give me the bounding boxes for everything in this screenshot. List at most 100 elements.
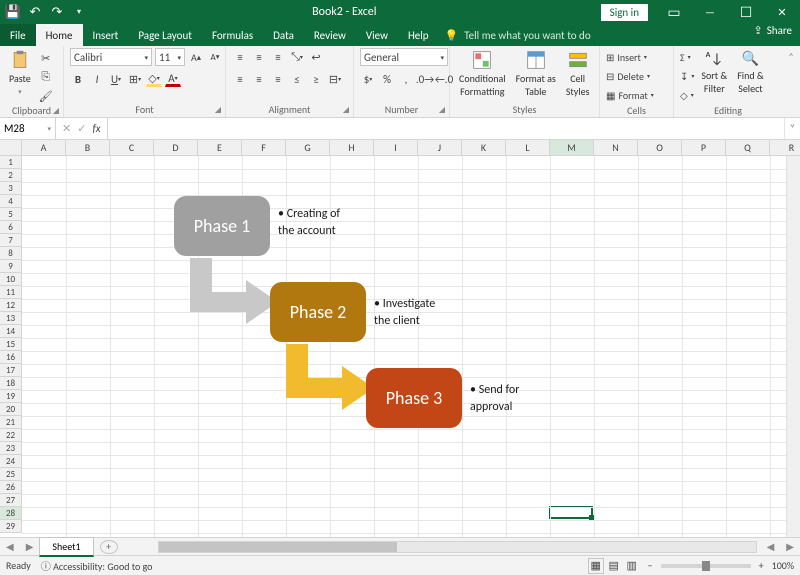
row-header[interactable]: 20 bbox=[0, 403, 22, 416]
font-name-select[interactable]: Calibri▾ bbox=[70, 48, 152, 66]
decrease-font-icon[interactable]: A▾ bbox=[207, 49, 223, 65]
italic-icon[interactable]: I bbox=[89, 71, 105, 87]
row-header[interactable]: 12 bbox=[0, 299, 22, 312]
tab-data[interactable]: Data bbox=[263, 24, 304, 46]
row-header[interactable]: 26 bbox=[0, 481, 22, 494]
font-dialog-icon[interactable]: ◢ bbox=[215, 105, 221, 115]
column-header[interactable]: H bbox=[330, 140, 374, 156]
row-header[interactable]: 5 bbox=[0, 208, 22, 221]
phase3-box[interactable]: Phase 3 bbox=[366, 368, 462, 428]
row-header[interactable]: 25 bbox=[0, 468, 22, 481]
column-header[interactable]: J bbox=[418, 140, 462, 156]
tab-view[interactable]: View bbox=[356, 24, 398, 46]
minimize-icon[interactable]: — bbox=[692, 0, 728, 24]
align-left-icon[interactable]: ≡ bbox=[232, 71, 248, 87]
column-header[interactable]: O bbox=[638, 140, 682, 156]
column-header[interactable]: R bbox=[770, 140, 800, 156]
column-header[interactable]: G bbox=[286, 140, 330, 156]
decrease-indent-icon[interactable]: ≤ bbox=[289, 71, 305, 87]
column-header[interactable]: N bbox=[594, 140, 638, 156]
fill-color-icon[interactable]: ◇▾ bbox=[146, 71, 162, 87]
tab-file[interactable]: File bbox=[0, 24, 36, 46]
increase-font-icon[interactable]: A▴ bbox=[188, 49, 204, 65]
row-header[interactable]: 27 bbox=[0, 494, 22, 507]
row-header[interactable]: 3 bbox=[0, 182, 22, 195]
format-cells-button[interactable]: ▦Format▾ bbox=[606, 86, 654, 104]
fx-icon[interactable]: fx bbox=[92, 122, 100, 135]
column-header[interactable]: I bbox=[374, 140, 418, 156]
tab-insert[interactable]: Insert bbox=[83, 24, 129, 46]
align-right-icon[interactable]: ≡ bbox=[270, 71, 286, 87]
accessibility-status[interactable]: ⓘ Accessibility: Good to go bbox=[41, 558, 153, 573]
sheet-nav-next-icon[interactable]: ▶ bbox=[20, 540, 40, 553]
sheet-tab-sheet1[interactable]: Sheet1 bbox=[39, 537, 93, 557]
bold-icon[interactable]: B bbox=[70, 71, 86, 87]
row-header[interactable]: 28 bbox=[0, 507, 22, 520]
row-header[interactable]: 16 bbox=[0, 351, 22, 364]
column-header[interactable]: D bbox=[154, 140, 198, 156]
wrap-text-icon[interactable]: ↩ bbox=[308, 49, 324, 65]
cut-icon[interactable]: ✂ bbox=[38, 50, 54, 66]
formula-input[interactable] bbox=[108, 118, 784, 139]
column-header[interactable]: A bbox=[22, 140, 66, 156]
delete-cells-button[interactable]: ⊟Delete▾ bbox=[606, 67, 650, 85]
name-box[interactable]: M28▾ bbox=[0, 118, 56, 139]
select-all-corner[interactable] bbox=[0, 140, 22, 156]
tab-help[interactable]: Help bbox=[398, 24, 439, 46]
column-header[interactable]: B bbox=[66, 140, 110, 156]
font-color-icon[interactable]: A▾ bbox=[165, 71, 181, 87]
increase-indent-icon[interactable]: ≥ bbox=[308, 71, 324, 87]
number-dialog-icon[interactable]: ◢ bbox=[439, 105, 445, 115]
orientation-icon[interactable]: ⤡▾ bbox=[289, 49, 305, 65]
row-header[interactable]: 7 bbox=[0, 234, 22, 247]
row-header[interactable]: 23 bbox=[0, 442, 22, 455]
autosum-button[interactable]: Σ▾ bbox=[680, 48, 694, 66]
row-header[interactable]: 22 bbox=[0, 429, 22, 442]
redo-icon[interactable]: ↷ bbox=[48, 3, 66, 21]
number-format-select[interactable]: General▾ bbox=[360, 48, 448, 66]
row-header[interactable]: 13 bbox=[0, 312, 22, 325]
row-header[interactable]: 21 bbox=[0, 416, 22, 429]
cancel-fx-icon[interactable]: ✕ bbox=[62, 122, 71, 135]
column-header[interactable]: F bbox=[242, 140, 286, 156]
worksheet-grid[interactable]: ABCDEFGHIJKLMNOPQR 123456789101112131415… bbox=[0, 140, 800, 537]
align-center-icon[interactable]: ≡ bbox=[251, 71, 267, 87]
percent-icon[interactable]: % bbox=[379, 71, 395, 87]
row-header[interactable]: 1 bbox=[0, 156, 22, 169]
row-header[interactable]: 4 bbox=[0, 195, 22, 208]
column-header[interactable]: Q bbox=[726, 140, 770, 156]
paste-button[interactable]: Paste ▾ bbox=[6, 48, 34, 98]
column-header[interactable]: P bbox=[682, 140, 726, 156]
scroll-right-icon[interactable]: ▶ bbox=[780, 540, 800, 553]
column-header[interactable]: C bbox=[110, 140, 154, 156]
collapse-ribbon-icon[interactable]: ˄ bbox=[782, 46, 800, 117]
accounting-icon[interactable]: $▾ bbox=[360, 71, 376, 87]
tab-page-layout[interactable]: Page Layout bbox=[128, 24, 202, 46]
vertical-scrollbar[interactable] bbox=[786, 140, 800, 537]
cell-styles-button[interactable]: Cell Styles bbox=[563, 48, 593, 100]
align-middle-icon[interactable]: ≡ bbox=[251, 49, 267, 65]
format-as-table-button[interactable]: Format as Table bbox=[513, 48, 559, 100]
row-header[interactable]: 15 bbox=[0, 338, 22, 351]
expand-formula-bar-icon[interactable]: ˅ bbox=[784, 118, 800, 139]
align-top-icon[interactable]: ≡ bbox=[232, 49, 248, 65]
new-sheet-button[interactable]: + bbox=[100, 540, 118, 554]
sheet-nav-prev-icon[interactable]: ◀ bbox=[0, 540, 20, 553]
share-button[interactable]: ⇪ Share bbox=[754, 24, 792, 37]
insert-cells-button[interactable]: ⊞Insert▾ bbox=[606, 48, 647, 66]
phase1-box[interactable]: Phase 1 bbox=[174, 196, 270, 256]
row-header[interactable]: 24 bbox=[0, 455, 22, 468]
undo-icon[interactable]: ↶ bbox=[26, 3, 44, 21]
column-header[interactable]: K bbox=[462, 140, 506, 156]
merge-center-icon[interactable]: ⊟▾ bbox=[327, 71, 343, 87]
enter-fx-icon[interactable]: ✓ bbox=[77, 122, 86, 135]
smartart-diagram[interactable]: Phase 1 • Creating of the account Phase … bbox=[22, 156, 522, 456]
increase-decimal-icon[interactable]: .0→ bbox=[417, 71, 433, 87]
signin-button[interactable]: Sign in bbox=[601, 4, 648, 21]
row-header[interactable]: 6 bbox=[0, 221, 22, 234]
page-break-view-icon[interactable]: ▥ bbox=[624, 558, 640, 574]
comma-icon[interactable]: , bbox=[398, 71, 414, 87]
tab-formulas[interactable]: Formulas bbox=[202, 24, 263, 46]
zoom-slider[interactable] bbox=[661, 564, 751, 568]
close-icon[interactable]: ✕ bbox=[764, 0, 800, 24]
